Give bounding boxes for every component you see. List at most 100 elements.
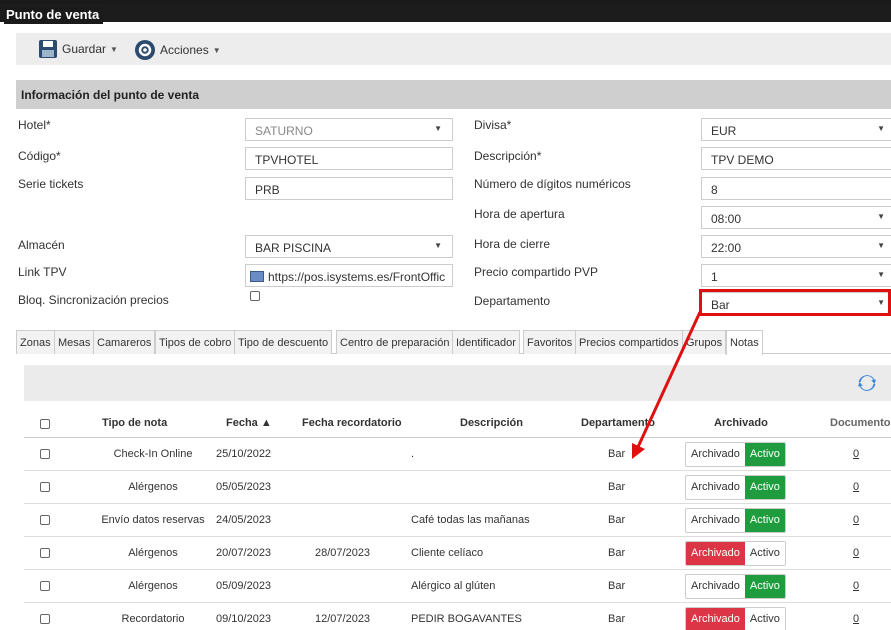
col-fecha[interactable]: Fecha ▲	[226, 417, 272, 429]
tab-favoritos[interactable]: Favoritos	[523, 330, 577, 354]
col-documentos[interactable]: Documentos	[830, 417, 891, 429]
toggle-activo[interactable]: Activo	[744, 542, 785, 565]
documents-link[interactable]: 0	[853, 514, 859, 526]
divisa-select[interactable]: EUR ▼	[701, 118, 891, 141]
table-row[interactable]: Check-In Online 25/10/2022. Bar Archivado Ac…	[24, 438, 891, 471]
toggle-archivado[interactable]: Archivado	[686, 476, 745, 499]
cell-departamento: Bar	[608, 547, 626, 559]
apertura-select[interactable]: 08:00 ▼	[701, 206, 891, 229]
almacen-select[interactable]: BAR PISCINA ▼	[245, 235, 453, 258]
archive-toggle[interactable]: Archivado Activo	[685, 508, 786, 533]
digitos-value: 8	[711, 183, 718, 197]
tab-mesas[interactable]: Mesas	[54, 330, 95, 354]
cell-fecha: 09/10/2023	[216, 613, 272, 625]
col-fecha-recordatorio[interactable]: Fecha recordatorio	[302, 417, 402, 429]
col-tipo[interactable]: Tipo de nota	[102, 417, 167, 429]
codigo-field[interactable]: TPVHOTEL	[245, 147, 453, 170]
chevron-down-icon: ▼	[877, 212, 885, 221]
table-row[interactable]: Recordatorio 09/10/2023 12/07/2023 PEDIR BO…	[24, 603, 891, 630]
chevron-down-icon: ▼	[877, 124, 885, 133]
select-all-checkbox[interactable]	[40, 419, 50, 429]
tab-tipo-de-descuento[interactable]: Tipo de descuento	[234, 330, 333, 354]
toggle-archivado[interactable]: Archivado	[686, 608, 745, 630]
title-bar: Punto de venta	[0, 0, 891, 25]
actions-button[interactable]: Acciones ▼	[134, 39, 221, 61]
chevron-down-icon: ▼	[877, 270, 885, 279]
documents-link[interactable]: 0	[853, 547, 859, 559]
archive-toggle[interactable]: Archivado Activo	[685, 475, 786, 500]
serie-label: Serie tickets	[18, 177, 84, 191]
cell-fecha: 24/05/2023	[216, 514, 272, 526]
documents-link[interactable]: 0	[853, 448, 859, 460]
documents-link[interactable]: 0	[853, 580, 859, 592]
refresh-icon[interactable]	[857, 373, 877, 393]
section-title: Información del punto de venta	[21, 88, 200, 102]
toggle-activo[interactable]: Activo	[744, 509, 785, 532]
highlight-box	[699, 289, 891, 316]
pvp-select[interactable]: 1 ▼	[701, 264, 891, 287]
row-checkbox[interactable]	[40, 581, 50, 591]
tab-zonas[interactable]: Zonas	[16, 330, 55, 354]
table-row[interactable]: Alérgenos 05/09/2023 Alérgico al glúten Bar…	[24, 570, 891, 603]
tab-tipos-de-cobro[interactable]: Tipos de cobro	[155, 330, 236, 354]
cell-departamento: Bar	[608, 448, 626, 460]
toggle-activo[interactable]: Activo	[744, 443, 785, 466]
tab-camareros[interactable]: Camareros	[93, 330, 156, 354]
cell-descripcion: .	[411, 448, 415, 460]
row-checkbox[interactable]	[40, 548, 50, 558]
row-checkbox[interactable]	[40, 449, 50, 459]
digitos-field[interactable]: 8	[701, 177, 891, 200]
toggle-activo[interactable]: Activo	[744, 608, 785, 630]
toggle-archivado[interactable]: Archivado	[686, 509, 745, 532]
cell-descripcion: Cliente celíaco	[411, 547, 484, 559]
documents-link[interactable]: 0	[853, 481, 859, 493]
toggle-archivado[interactable]: Archivado	[686, 443, 745, 466]
cell-tipo: Check-In Online	[113, 448, 193, 460]
table-row[interactable]: Alérgenos 05/05/2023 Bar Archivado Activo 0	[24, 471, 891, 504]
table-header: Tipo de nota Fecha ▲ Fecha recordatorio …	[24, 410, 891, 438]
link-field[interactable]: https://pos.isystems.es/FrontOffic	[245, 264, 453, 287]
table-row[interactable]: Envío datos reservas 24/05/2023 Café todas…	[24, 504, 891, 537]
hotel-label: Hotel*	[18, 118, 51, 132]
bloq-checkbox[interactable]	[250, 291, 260, 301]
tab-grupos[interactable]: Grupos	[682, 330, 727, 354]
cell-tipo: Envío datos reservas	[101, 514, 205, 526]
archive-toggle[interactable]: Archivado Activo	[685, 607, 786, 630]
row-checkbox[interactable]	[40, 614, 50, 624]
col-descripcion[interactable]: Descripción	[460, 417, 523, 429]
tab-identificador[interactable]: Identificador	[452, 330, 520, 354]
documents-link[interactable]: 0	[853, 613, 859, 625]
toggle-activo[interactable]: Activo	[744, 476, 785, 499]
toggle-archivado[interactable]: Archivado	[686, 575, 745, 598]
cell-fecha: 05/05/2023	[216, 481, 272, 493]
chevron-down-icon: ▼	[877, 241, 885, 250]
cierre-select[interactable]: 22:00 ▼	[701, 235, 891, 258]
descripcion-label: Descripción*	[474, 149, 542, 163]
cell-fecha: 25/10/2022	[216, 448, 272, 460]
pvp-label: Precio compartido PVP	[474, 265, 599, 279]
col-departamento[interactable]: Departamento	[581, 417, 655, 429]
toggle-archivado[interactable]: Archivado	[686, 542, 745, 565]
archive-toggle[interactable]: Archivado Activo	[685, 541, 786, 566]
tab-precios-compartidos[interactable]: Precios compartidos	[575, 330, 683, 354]
serie-field[interactable]: PRB	[245, 177, 453, 200]
actions-label: Acciones	[160, 43, 209, 57]
table-row[interactable]: Alérgenos 20/07/2023 28/07/2023 Cliente cel…	[24, 537, 891, 570]
archive-toggle[interactable]: Archivado Activo	[685, 442, 786, 467]
archive-toggle[interactable]: Archivado Activo	[685, 574, 786, 599]
cell-tipo: Alérgenos	[128, 547, 178, 559]
cell-fecha: 05/09/2023	[216, 580, 272, 592]
cell-descripcion: PEDIR BOGAVANTES	[411, 613, 522, 625]
row-checkbox[interactable]	[40, 482, 50, 492]
tab-centro-de-preparacion[interactable]: Centro de preparación	[336, 330, 454, 354]
tab-notas[interactable]: Notas	[726, 330, 763, 355]
col-archivado[interactable]: Archivado	[714, 417, 768, 429]
link-value: https://pos.isystems.es/FrontOffic	[268, 270, 446, 284]
hotel-select[interactable]: SATURNO ▼	[245, 118, 453, 141]
toggle-activo[interactable]: Activo	[744, 575, 785, 598]
row-checkbox[interactable]	[40, 515, 50, 525]
descripcion-field[interactable]: TPV DEMO	[701, 147, 891, 170]
save-button[interactable]: Guardar ▼	[38, 39, 118, 59]
cierre-label: Hora de cierre	[474, 237, 551, 251]
toolbar: Guardar ▼ Acciones ▼	[16, 33, 891, 65]
